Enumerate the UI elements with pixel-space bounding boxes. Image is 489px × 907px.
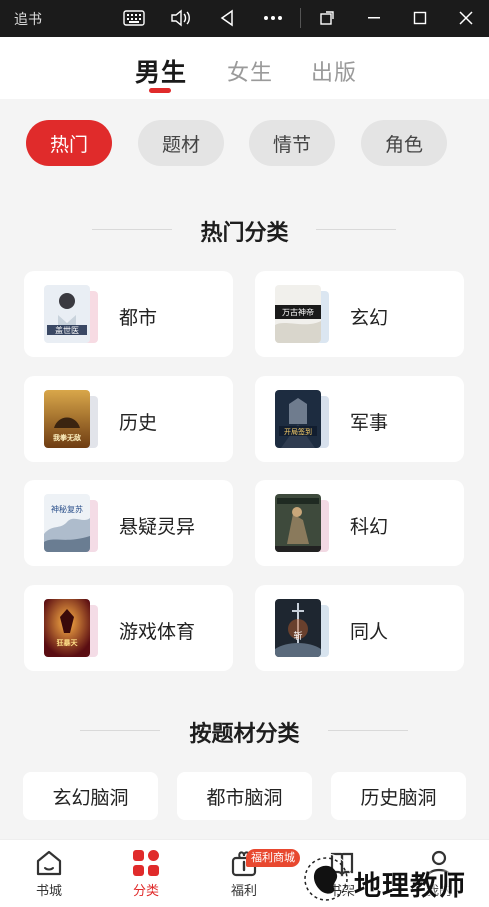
nav-label: 书城 — [35, 883, 62, 898]
more-dots-icon[interactable] — [260, 6, 286, 30]
nav-label: 福利 — [230, 883, 257, 898]
category-label: 游戏体育 — [119, 622, 196, 643]
gender-tabs: 男生 女生 出版 — [0, 37, 489, 99]
volume-icon[interactable] — [168, 6, 194, 30]
cover-title: 万古神帝 — [282, 307, 314, 317]
category-card-history[interactable]: 我拳无敌 历史 — [24, 376, 233, 462]
category-label: 历史 — [119, 413, 158, 434]
back-triangle-icon[interactable] — [214, 6, 240, 30]
keyboard-icon[interactable] — [121, 6, 147, 30]
theme-pill-history-brainstorm[interactable]: 历史脑洞 — [331, 772, 466, 820]
book-cover: 狂暴天 — [44, 599, 90, 657]
category-card-games-sports[interactable]: 狂暴天 游戏体育 — [24, 585, 233, 671]
home-icon — [34, 848, 64, 878]
watermark-text: 地理教师 — [354, 871, 466, 901]
system-bar: 追书 — [0, 0, 489, 37]
book-cover: 盖世医 — [44, 285, 90, 343]
nav-label: 分类 — [132, 883, 159, 898]
section-divider-right — [316, 229, 396, 230]
book-cover — [275, 494, 321, 552]
book-cover: 万古神帝 — [275, 285, 321, 343]
cover-title: 我拳无敌 — [53, 433, 81, 442]
chip-hot[interactable]: 热门 — [26, 120, 112, 166]
category-label: 军事 — [350, 413, 389, 434]
category-card-fanfic[interactable]: 斩 同人 — [255, 585, 464, 671]
cover-title: 盖世医 — [55, 325, 79, 335]
category-card-scifi[interactable]: 科幻 — [255, 480, 464, 566]
chip-role[interactable]: 角色 — [361, 120, 447, 166]
chip-theme[interactable]: 题材 — [138, 120, 224, 166]
category-grid-icon — [131, 848, 161, 878]
cover-title: 开局签到 — [284, 427, 312, 436]
category-label: 都市 — [119, 308, 158, 329]
theme-pill-urban-brainstorm[interactable]: 都市脑洞 — [177, 772, 312, 820]
category-label: 科幻 — [350, 517, 389, 538]
cover-title: 斩 — [293, 630, 302, 642]
section-divider-right — [328, 730, 408, 731]
system-bar-divider — [300, 8, 301, 28]
active-tab-indicator — [149, 88, 171, 93]
cover-title: 神秘复苏 — [51, 504, 83, 514]
hot-section-title: 热门分类 — [200, 220, 289, 245]
category-card-military[interactable]: 开局签到 军事 — [255, 376, 464, 462]
category-label: 同人 — [350, 622, 389, 643]
category-card-mystery[interactable]: 神秘复苏 悬疑灵异 — [24, 480, 233, 566]
book-cover: 斩 — [275, 599, 321, 657]
nav-bookstore[interactable]: 书城 — [14, 848, 84, 899]
minimize-icon[interactable] — [361, 6, 387, 30]
tab-male[interactable]: 男生 — [135, 53, 187, 89]
watermark: 地理教师 — [290, 850, 489, 907]
category-card-fantasy[interactable]: 万古神帝 玄幻 — [255, 271, 464, 357]
theme-section-title: 按题材分类 — [189, 721, 300, 746]
chip-plot[interactable]: 情节 — [249, 120, 335, 166]
tab-publishing[interactable]: 出版 — [311, 55, 357, 87]
close-icon[interactable] — [453, 6, 479, 30]
window-title: 追书 — [14, 11, 42, 27]
category-label: 悬疑灵异 — [119, 517, 196, 538]
book-cover: 开局签到 — [275, 390, 321, 448]
category-label: 玄幻 — [350, 308, 389, 329]
maximize-icon[interactable] — [407, 6, 433, 30]
rotate-icon[interactable] — [314, 6, 340, 30]
theme-pill-fantasy-brainstorm[interactable]: 玄幻脑洞 — [23, 772, 158, 820]
nav-category[interactable]: 分类 — [111, 848, 181, 899]
tab-female[interactable]: 女生 — [227, 55, 273, 87]
globe-logo-icon — [300, 853, 352, 905]
cover-title: 狂暴天 — [57, 638, 79, 647]
book-cover: 我拳无敌 — [44, 390, 90, 448]
book-cover: 神秘复苏 — [44, 494, 90, 552]
category-card-urban[interactable]: 盖世医 都市 — [24, 271, 233, 357]
